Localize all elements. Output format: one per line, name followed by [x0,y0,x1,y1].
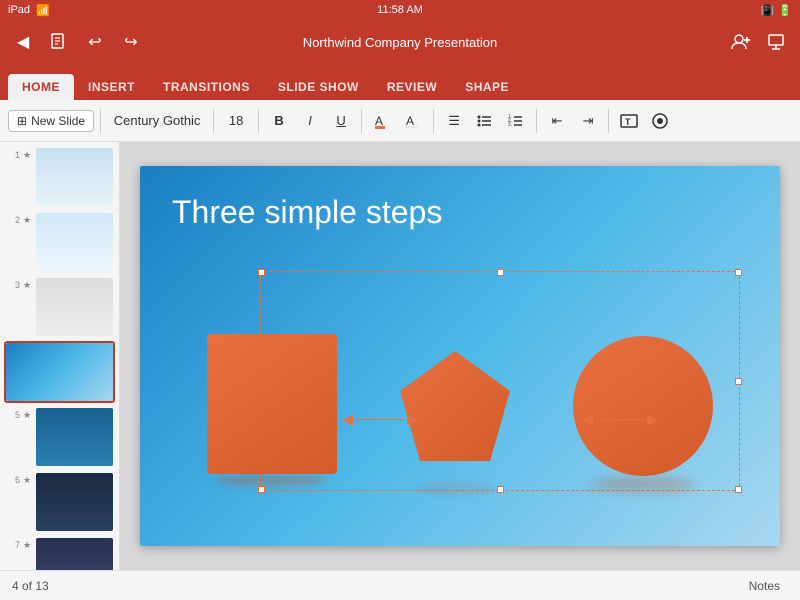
new-slide-icon: ⊞ [17,114,27,128]
slide-star-3: ★ [23,278,33,291]
slide-info: 4 of 13 [12,579,741,593]
tab-slideshow[interactable]: SLIDE SHOW [264,74,373,100]
slide-image-4 [6,343,113,401]
slide-panel[interactable]: 1★2★3★45★6★7★8★9★10★ [0,142,120,570]
main-content: 1★2★3★45★6★7★8★9★10★ Three simple steps [0,142,800,570]
tab-shape[interactable]: SHAPE [451,74,523,100]
redo-button[interactable]: ↪ [116,27,146,57]
slide-number-1: 1 [6,148,20,160]
slide-image-2 [36,213,113,271]
slide-thumb-4[interactable]: 4 [4,341,115,403]
bullet-list-button[interactable] [471,106,499,136]
new-slide-button[interactable]: ⊞ New Slide [8,110,94,132]
status-time: 11:58 AM [377,4,423,16]
separator-7 [608,109,609,133]
shape-circle-wrapper[interactable] [573,336,713,496]
notes-button[interactable]: Notes [741,577,788,595]
shape-square[interactable] [207,334,337,474]
status-bar: iPad 📶 11:58 AM 📳 🔋 [0,0,800,20]
format-bar: ⊞ New Slide Century Gothic 18 B I U A A … [0,100,800,142]
slide-thumb-6[interactable]: 6★ [4,471,115,533]
bold-button[interactable]: B [265,106,293,136]
underline-button[interactable]: U [327,106,355,136]
slide-star-5: ★ [23,408,33,421]
slide-image-6 [36,473,113,531]
font-color-button[interactable]: A [368,106,396,136]
indent-decrease-button[interactable]: ⇤ [543,106,571,136]
slide-star-6: ★ [23,473,33,486]
present-button[interactable] [762,27,792,57]
svg-text:T: T [625,117,631,127]
numbered-list-button[interactable]: 1. 2. 3. [502,106,530,136]
font-size-button[interactable]: 18 [220,106,252,136]
align-left-button[interactable]: ☰ [440,106,468,136]
smart-art-button[interactable] [646,106,674,136]
tab-insert[interactable]: INSERT [74,74,149,100]
tab-transitions[interactable]: TRANSITIONS [149,74,264,100]
shape-pentagon[interactable] [390,341,520,481]
svg-text:A: A [406,114,414,128]
file-button[interactable] [44,27,74,57]
slide-thumb-7[interactable]: 7★ [4,536,115,570]
slide-number-6: 6 [6,473,20,485]
separator-6 [536,109,537,133]
slide-number-5: 5 [6,408,20,420]
slide-image-3 [36,278,113,336]
slide-star-2: ★ [23,213,33,226]
slide-title: Three simple steps [140,166,780,231]
text-box-button[interactable]: T [615,106,643,136]
undo-button[interactable]: ↩ [80,27,110,57]
tab-review[interactable]: REVIEW [373,74,451,100]
separator-4 [361,109,362,133]
slide-thumb-3[interactable]: 3★ [4,276,115,338]
presentation-title: Northwind Company Presentation [303,35,497,50]
handle-tl[interactable] [258,269,265,276]
shapes-container [180,334,740,496]
back-button[interactable]: ◀ [8,27,38,57]
shape-pentagon-wrapper[interactable] [390,341,520,496]
slide-image-5 [36,408,113,466]
ipad-label: iPad [8,4,30,16]
separator-5 [433,109,434,133]
slide-thumb-1[interactable]: 1★ [4,146,115,208]
separator-3 [258,109,259,133]
wifi-icon: 📶 [36,4,50,17]
slide-number-2: 2 [6,213,20,225]
slide-number-7: 7 [6,538,20,550]
battery-icon: 🔋 [778,4,792,17]
title-bar: ◀ ↩ ↪ Northwind Company Presentation [0,20,800,64]
tab-home[interactable]: HOME [8,74,74,100]
slide-number-3: 3 [6,278,20,290]
slide-canvas[interactable]: Three simple steps [140,166,780,546]
separator-2 [213,109,214,133]
indent-increase-button[interactable]: ⇥ [574,106,602,136]
highlight-button[interactable]: A [399,106,427,136]
bottom-bar: 4 of 13 Notes [0,570,800,600]
handle-tm[interactable] [497,269,504,276]
shape-circle[interactable] [573,336,713,476]
tab-bar: HOME INSERT TRANSITIONS SLIDE SHOW REVIE… [0,64,800,100]
svg-text:A: A [375,114,383,128]
slide-thumb-5[interactable]: 5★ [4,406,115,468]
slide-star-7: ★ [23,538,33,551]
new-slide-label: New Slide [31,114,85,128]
font-name-button[interactable]: Century Gothic [107,106,207,136]
italic-button[interactable]: I [296,106,324,136]
separator-1 [100,109,101,133]
handle-tr[interactable] [735,269,742,276]
bluetooth-icon: 📳 [761,4,775,17]
add-user-button[interactable] [726,27,756,57]
slide-image-7 [36,538,113,570]
slide-thumb-2[interactable]: 2★ [4,211,115,273]
slide-star-1: ★ [23,148,33,161]
shape-square-wrapper[interactable] [207,334,337,496]
slide-canvas-area[interactable]: Three simple steps [120,142,800,570]
svg-text:3.: 3. [508,122,512,128]
slide-image-1 [36,148,113,206]
